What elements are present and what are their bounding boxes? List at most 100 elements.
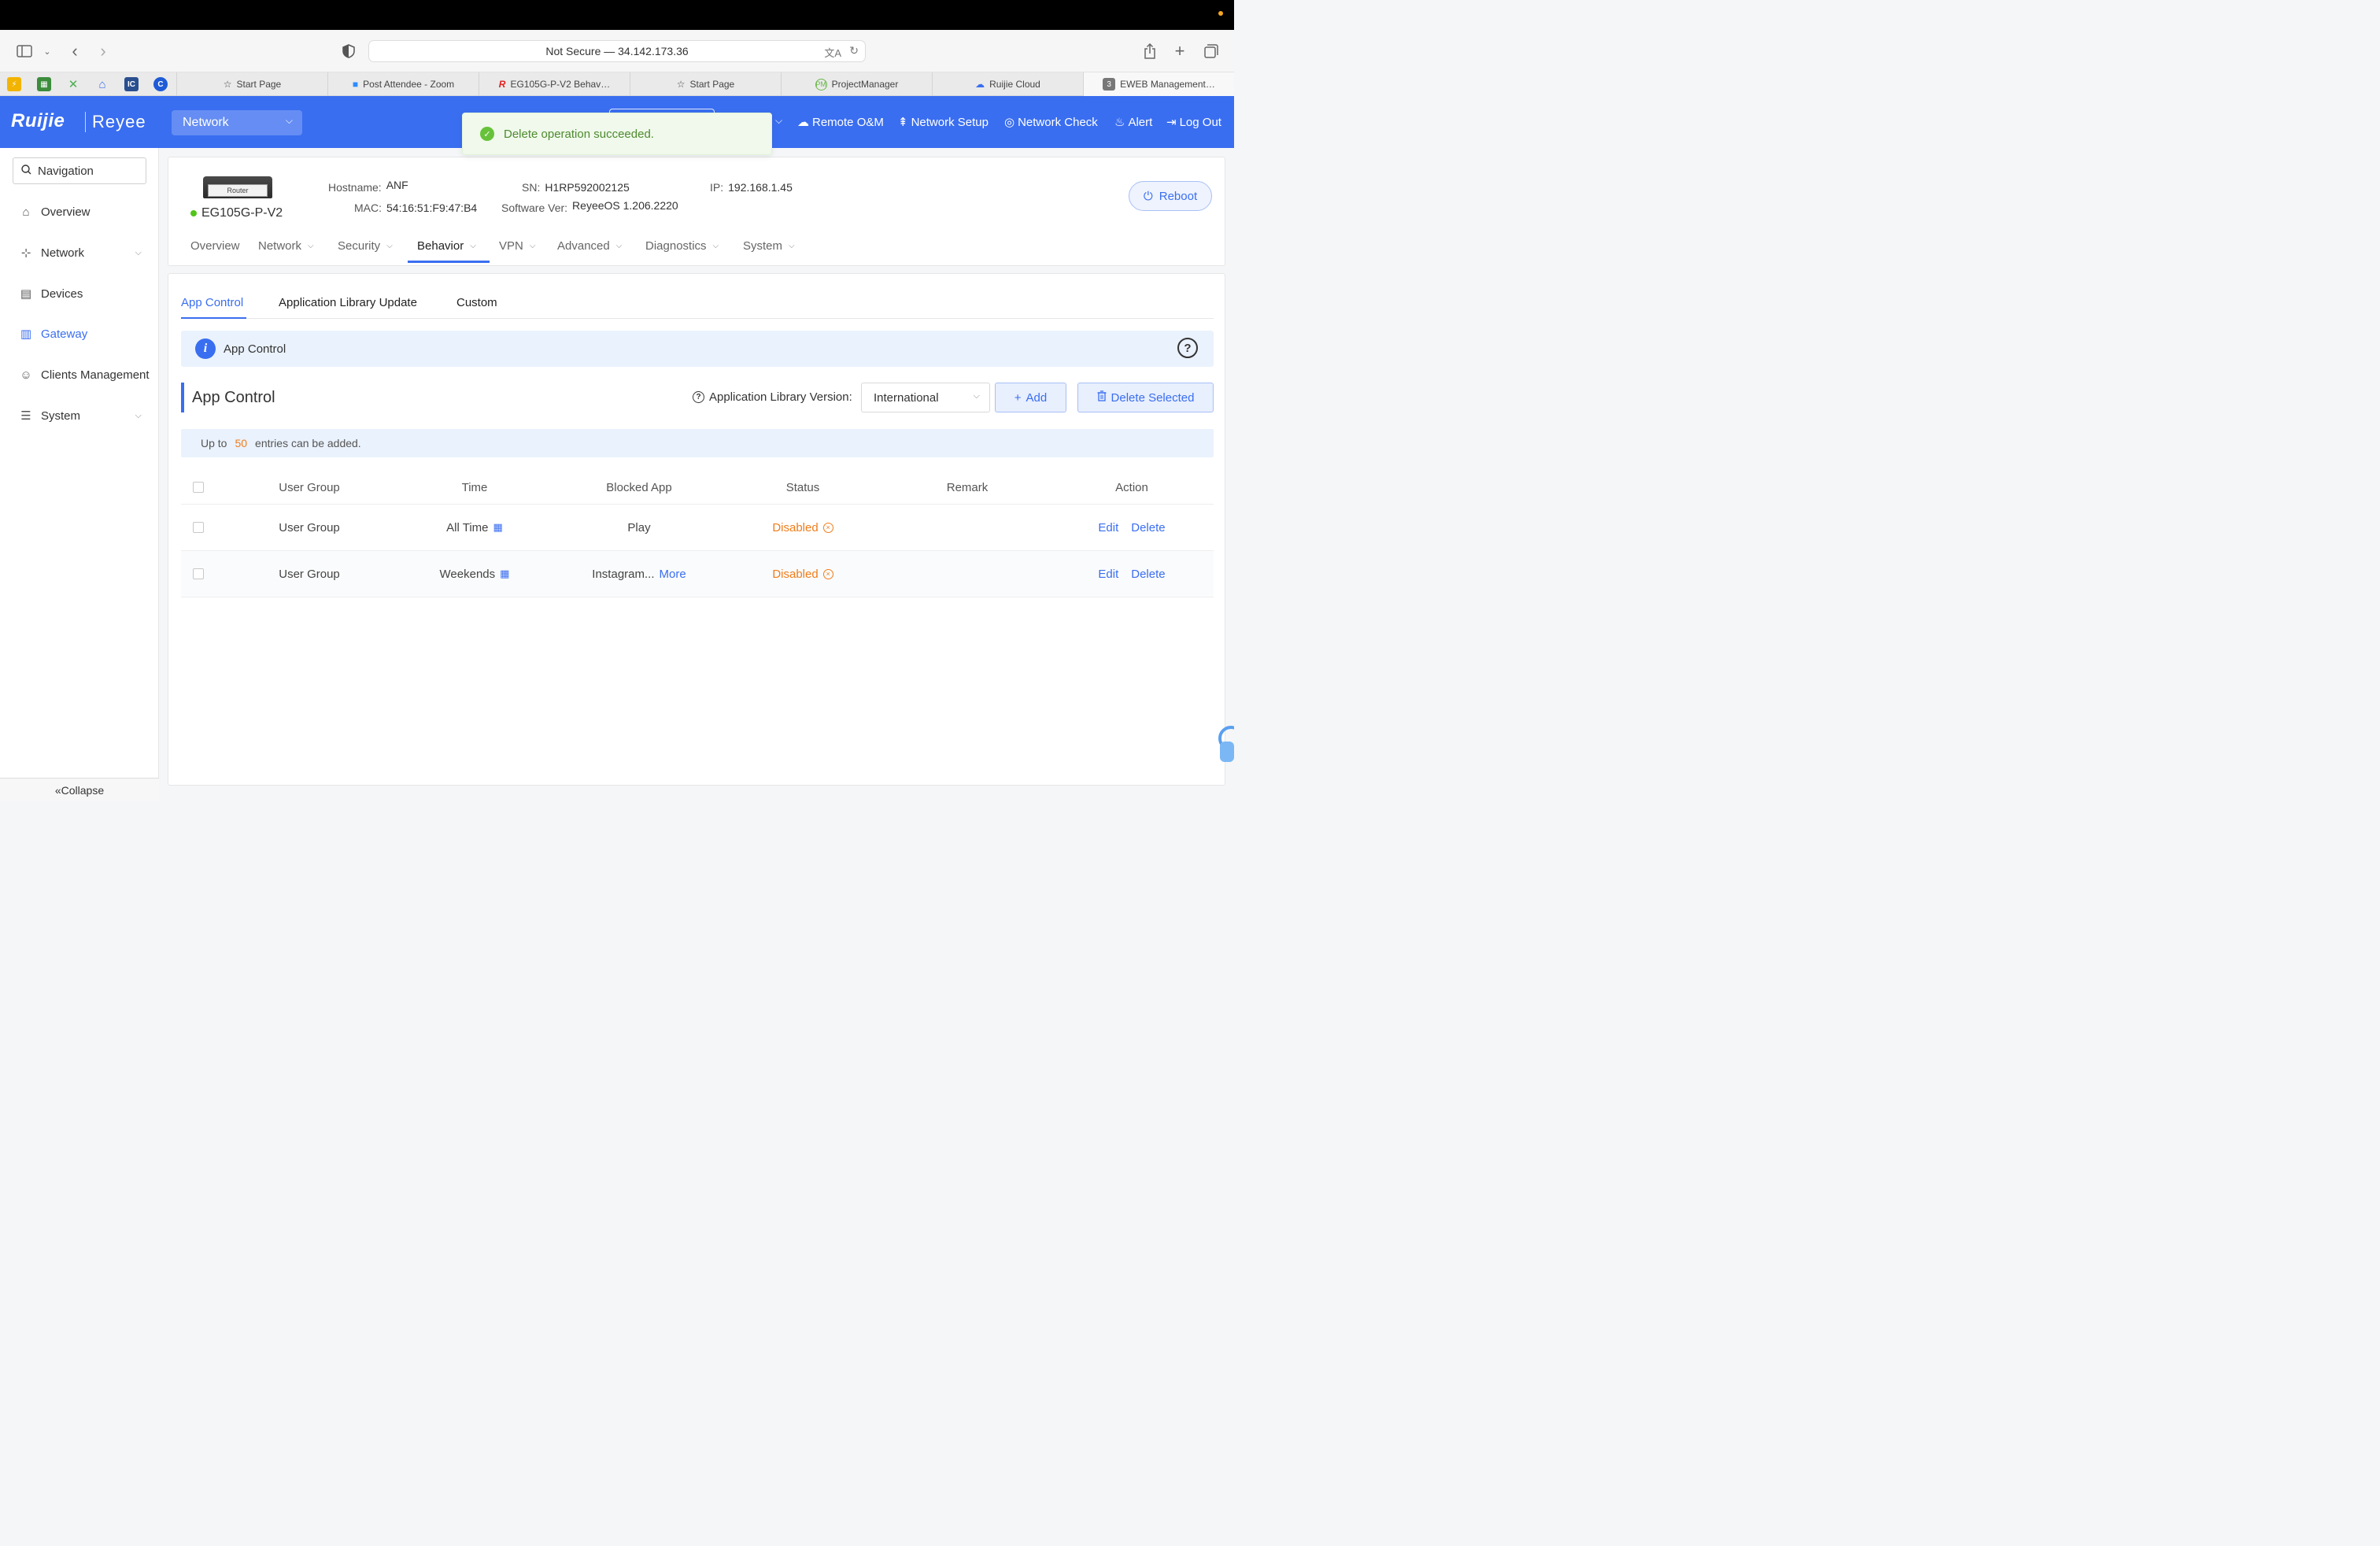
tab-overview-icon[interactable] [1201,41,1221,61]
sidebar-toggle-icon[interactable] [14,41,35,61]
devtab-security[interactable]: Security ⌵ [338,239,393,253]
content-panel: App Control Application Library Update C… [168,273,1225,786]
sidebar-item-devices[interactable]: ▤ Devices [0,278,159,309]
shield-icon[interactable] [338,41,359,61]
chevron-down-icon[interactable]: ⌵ [775,115,782,127]
sliders-icon: ☰ [20,409,31,423]
network-topology-icon: ⊹ [20,246,31,260]
col-blocked-app: Blocked App [606,480,672,494]
navigation-search[interactable]: Navigation [13,157,146,184]
chevron-down-icon: ⌵ [285,115,293,126]
info-banner: i App Control ? [181,331,1214,367]
c-logo-icon[interactable]: C [153,77,168,91]
reload-icon[interactable]: ↻ [849,44,859,57]
subtab-custom[interactable]: Custom [456,296,497,309]
favorite-1-icon[interactable]: ⚡ [7,77,21,91]
devtab-vpn[interactable]: VPN ⌵ [499,239,535,253]
ruijie-logo: Ruijie [11,110,65,131]
select-all-checkbox[interactable] [181,471,216,504]
question-icon[interactable]: ? [693,391,704,403]
translate-icon[interactable]: 文A [824,45,841,60]
help-icon[interactable]: ? [1177,338,1198,358]
tab-start-page-1[interactable]: ☆ Start Page [176,72,327,96]
gateway-icon: ▥ [20,327,32,341]
delete-link[interactable]: Delete [1131,521,1165,534]
collapse-button[interactable]: «Collapse [0,778,159,801]
sidebar-item-gateway[interactable]: ▥ Gateway [0,318,159,350]
row-blocked-app: Instagram... More [592,567,686,581]
add-button[interactable]: + Add [995,383,1066,412]
logout-link[interactable]: ⇥ Log Out [1166,115,1221,130]
network-check-link[interactable]: ◎ Network Check [1004,115,1098,130]
subtab-divider [181,318,1214,319]
active-tab-indicator [408,261,490,263]
ruijie-icon: R [498,79,506,90]
devtab-diagnostics[interactable]: Diagnostics ⌵ [645,239,719,253]
edit-link[interactable]: Edit [1098,568,1118,581]
row-status: Disabled × [721,505,885,550]
sidebar-item-system[interactable]: ☰ System ⌵ [0,400,159,431]
router-image: Router [203,176,272,198]
online-status-dot [190,210,197,216]
tab-start-page-2[interactable]: ☆ Start Page [630,72,781,96]
star-icon: ☆ [223,79,232,90]
tab-ruijie-cloud[interactable]: ☁ Ruijie Cloud [932,72,1083,96]
tab-zoom[interactable]: ■ Post Attendee - Zoom [327,72,479,96]
library-version-select[interactable]: International ⌵ [861,383,990,412]
calendar-icon[interactable]: ▦ [500,568,509,580]
delete-link[interactable]: Delete [1131,568,1165,581]
row-checkbox[interactable] [181,505,216,550]
chevron-down-icon: ⌵ [135,247,142,257]
tab-eweb-management[interactable]: 3 EWEB Management… [1083,72,1234,96]
network-setup-link[interactable]: ⇞ Network Setup [898,115,989,130]
new-tab-icon[interactable]: + [1170,41,1190,61]
device-card: Router EG105G-P-V2 Hostname: ANF SN: H1RP5… [168,157,1225,266]
col-user-group: User Group [279,480,340,494]
network-select[interactable]: Network ⌵ [172,110,302,135]
url-text: Not Secure — 34.142.173.36 [545,45,689,57]
delete-selected-button[interactable]: Delete Selected [1077,383,1214,412]
devtab-overview[interactable]: Overview [190,239,240,253]
table-header: User Group Time Blocked App Status Remar… [181,471,1214,505]
chevron-down-icon: ⌵ [135,410,142,420]
remote-om-link[interactable]: ☁ Remote O&M [797,115,884,130]
tab-eg105g[interactable]: R EG105G-P-V2 Behav… [479,72,630,96]
ic-icon[interactable]: IC [124,77,139,91]
ip-field: IP: 192.168.1.45 [710,181,793,194]
row-time: Weekends ▦ [439,567,510,581]
alert-link[interactable]: ♨ Alert [1114,115,1152,130]
reboot-button[interactable]: ⏻ Reboot [1129,181,1212,211]
devtab-advanced[interactable]: Advanced ⌵ [557,239,622,253]
devtab-network[interactable]: Network ⌵ [258,239,314,253]
subtab-library-update[interactable]: Application Library Update [279,296,417,309]
calendar-icon[interactable]: ▦ [493,521,503,534]
back-icon[interactable]: ‹ [65,41,85,61]
sidebar-item-network[interactable]: ⊹ Network ⌵ [0,237,159,268]
sidebar-item-clients[interactable]: ☺ Clients Management [0,359,159,390]
row-remark [885,505,1050,550]
chevron-down-icon: ⌵ [529,242,536,250]
sidebar-item-overview[interactable]: ⌂ Overview [0,196,159,227]
check-circle-icon: ✓ [480,127,494,141]
section-title: App Control [181,383,275,412]
devtab-system[interactable]: System ⌵ [743,239,795,253]
tab-projectmanager[interactable]: PM ProjectManager [781,72,932,96]
forward-icon[interactable]: › [93,41,113,61]
alarm-icon: ♨ [1114,116,1125,129]
devtab-behavior[interactable]: Behavior ⌵ [417,239,476,253]
menu-bar [0,0,1234,30]
favorite-3-icon[interactable]: ✕ [66,77,80,91]
chevron-down-icon[interactable]: ⌄ [37,41,57,61]
support-assistant-icon[interactable] [1215,724,1244,764]
table-row: User Group Weekends ▦ Instagram... More Di… [181,551,1214,597]
url-bar[interactable]: Not Secure — 34.142.173.36 文A ↻ [368,40,866,62]
favorite-2-icon[interactable]: ▦ [37,77,51,91]
subtab-app-control[interactable]: App Control [181,296,243,309]
row-checkbox[interactable] [181,551,216,597]
share-icon[interactable] [1140,41,1160,61]
chevron-down-icon: ⌵ [973,391,980,401]
row-blocked-app: Play [627,520,651,534]
more-link[interactable]: More [660,568,686,581]
bank-icon[interactable]: ⌂ [95,77,109,91]
edit-link[interactable]: Edit [1098,521,1118,534]
